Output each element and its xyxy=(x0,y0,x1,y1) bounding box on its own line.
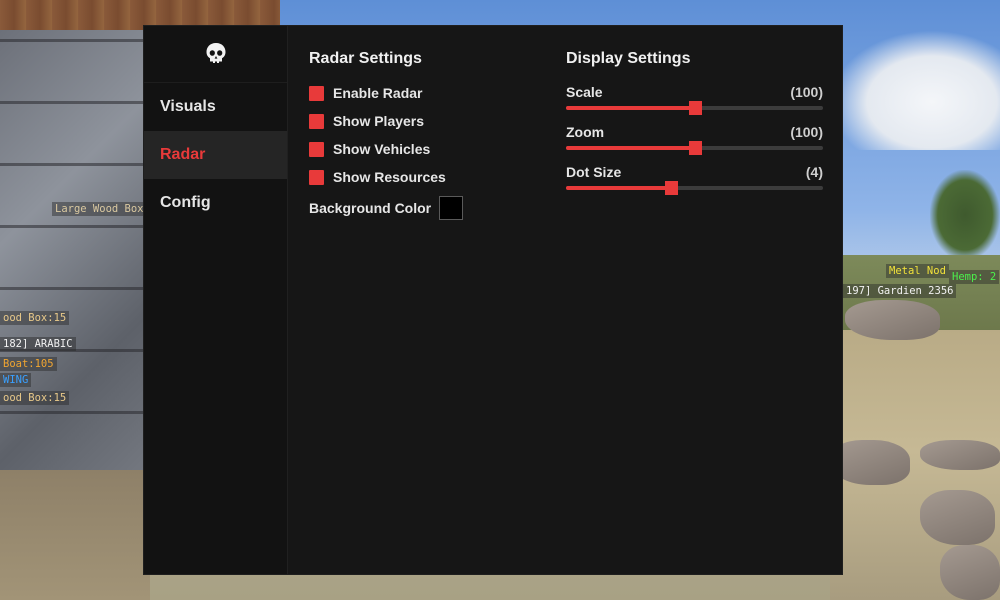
esp-label: Hemp: 2 xyxy=(949,270,1000,284)
option-enable-radar: Enable Radar xyxy=(309,84,422,102)
slider-value: (100) xyxy=(790,124,823,140)
logo xyxy=(144,26,287,83)
ground-left xyxy=(0,470,150,600)
nav-item-radar[interactable]: Radar xyxy=(144,131,287,179)
zoom-slider[interactable] xyxy=(566,141,823,155)
slider-thumb[interactable] xyxy=(665,181,679,195)
esp-label: ood Box:15 xyxy=(0,391,70,405)
tree xyxy=(930,170,1000,260)
rock xyxy=(845,300,940,340)
slider-label: Scale xyxy=(566,84,603,100)
rock xyxy=(920,440,1000,470)
show-resources-checkbox[interactable] xyxy=(309,169,324,185)
option-label: Show Resources xyxy=(333,169,446,185)
radar-page: Radar Settings Enable Radar Show Players… xyxy=(289,26,842,574)
radar-settings-title: Radar Settings xyxy=(309,50,422,67)
esp-label: Boat:105 xyxy=(0,357,57,371)
option-label: Enable Radar xyxy=(333,85,423,101)
scale-slider[interactable] xyxy=(566,101,823,115)
option-show-resources: Show Resources xyxy=(309,168,446,186)
esp-label: Large Wood Box xyxy=(52,202,147,216)
rock xyxy=(920,490,995,545)
show-vehicles-checkbox[interactable] xyxy=(309,141,324,157)
slider-fill xyxy=(566,146,695,150)
background-color-label: Background Color xyxy=(309,200,432,216)
scale-slider-block: Scale (100) xyxy=(566,84,823,115)
slider-thumb[interactable] xyxy=(688,101,702,115)
esp-label: 182] ARABIC xyxy=(0,337,76,351)
zoom-slider-block: Zoom (100) xyxy=(566,124,823,155)
rock xyxy=(940,545,1000,600)
background-color-row: Background Color xyxy=(309,196,464,220)
enable-radar-checkbox[interactable] xyxy=(309,85,324,101)
esp-label: 197] Gardien 2356 xyxy=(843,284,957,298)
background-color-swatch[interactable] xyxy=(439,196,464,220)
slider-value: (4) xyxy=(805,164,823,180)
dot-size-slider-block: Dot Size (4) xyxy=(566,164,823,195)
nav-item-visuals[interactable]: Visuals xyxy=(144,83,287,131)
option-label: Show Vehicles xyxy=(333,141,431,157)
option-label: Show Players xyxy=(333,113,425,129)
dot-size-slider[interactable] xyxy=(566,181,823,195)
esp-label: ood Box:15 xyxy=(0,311,70,325)
cloud xyxy=(830,30,1000,150)
slider-value: (100) xyxy=(790,84,823,100)
skull-icon xyxy=(206,43,225,63)
slider-label: Zoom xyxy=(566,124,605,140)
show-players-checkbox[interactable] xyxy=(309,113,324,129)
settings-menu: Visuals Radar Config Radar Settings Enab… xyxy=(143,25,843,575)
slider-fill xyxy=(566,106,695,110)
slider-thumb[interactable] xyxy=(688,141,702,155)
sidebar: Visuals Radar Config xyxy=(144,26,288,574)
slider-fill xyxy=(566,186,672,190)
option-show-vehicles: Show Vehicles xyxy=(309,140,430,158)
option-show-players: Show Players xyxy=(309,112,424,130)
slider-label: Dot Size xyxy=(566,164,622,180)
nav-item-config[interactable]: Config xyxy=(144,179,287,227)
esp-label: WING xyxy=(0,373,32,387)
display-settings-title: Display Settings xyxy=(566,50,691,67)
esp-label: Metal Nod xyxy=(886,264,949,278)
